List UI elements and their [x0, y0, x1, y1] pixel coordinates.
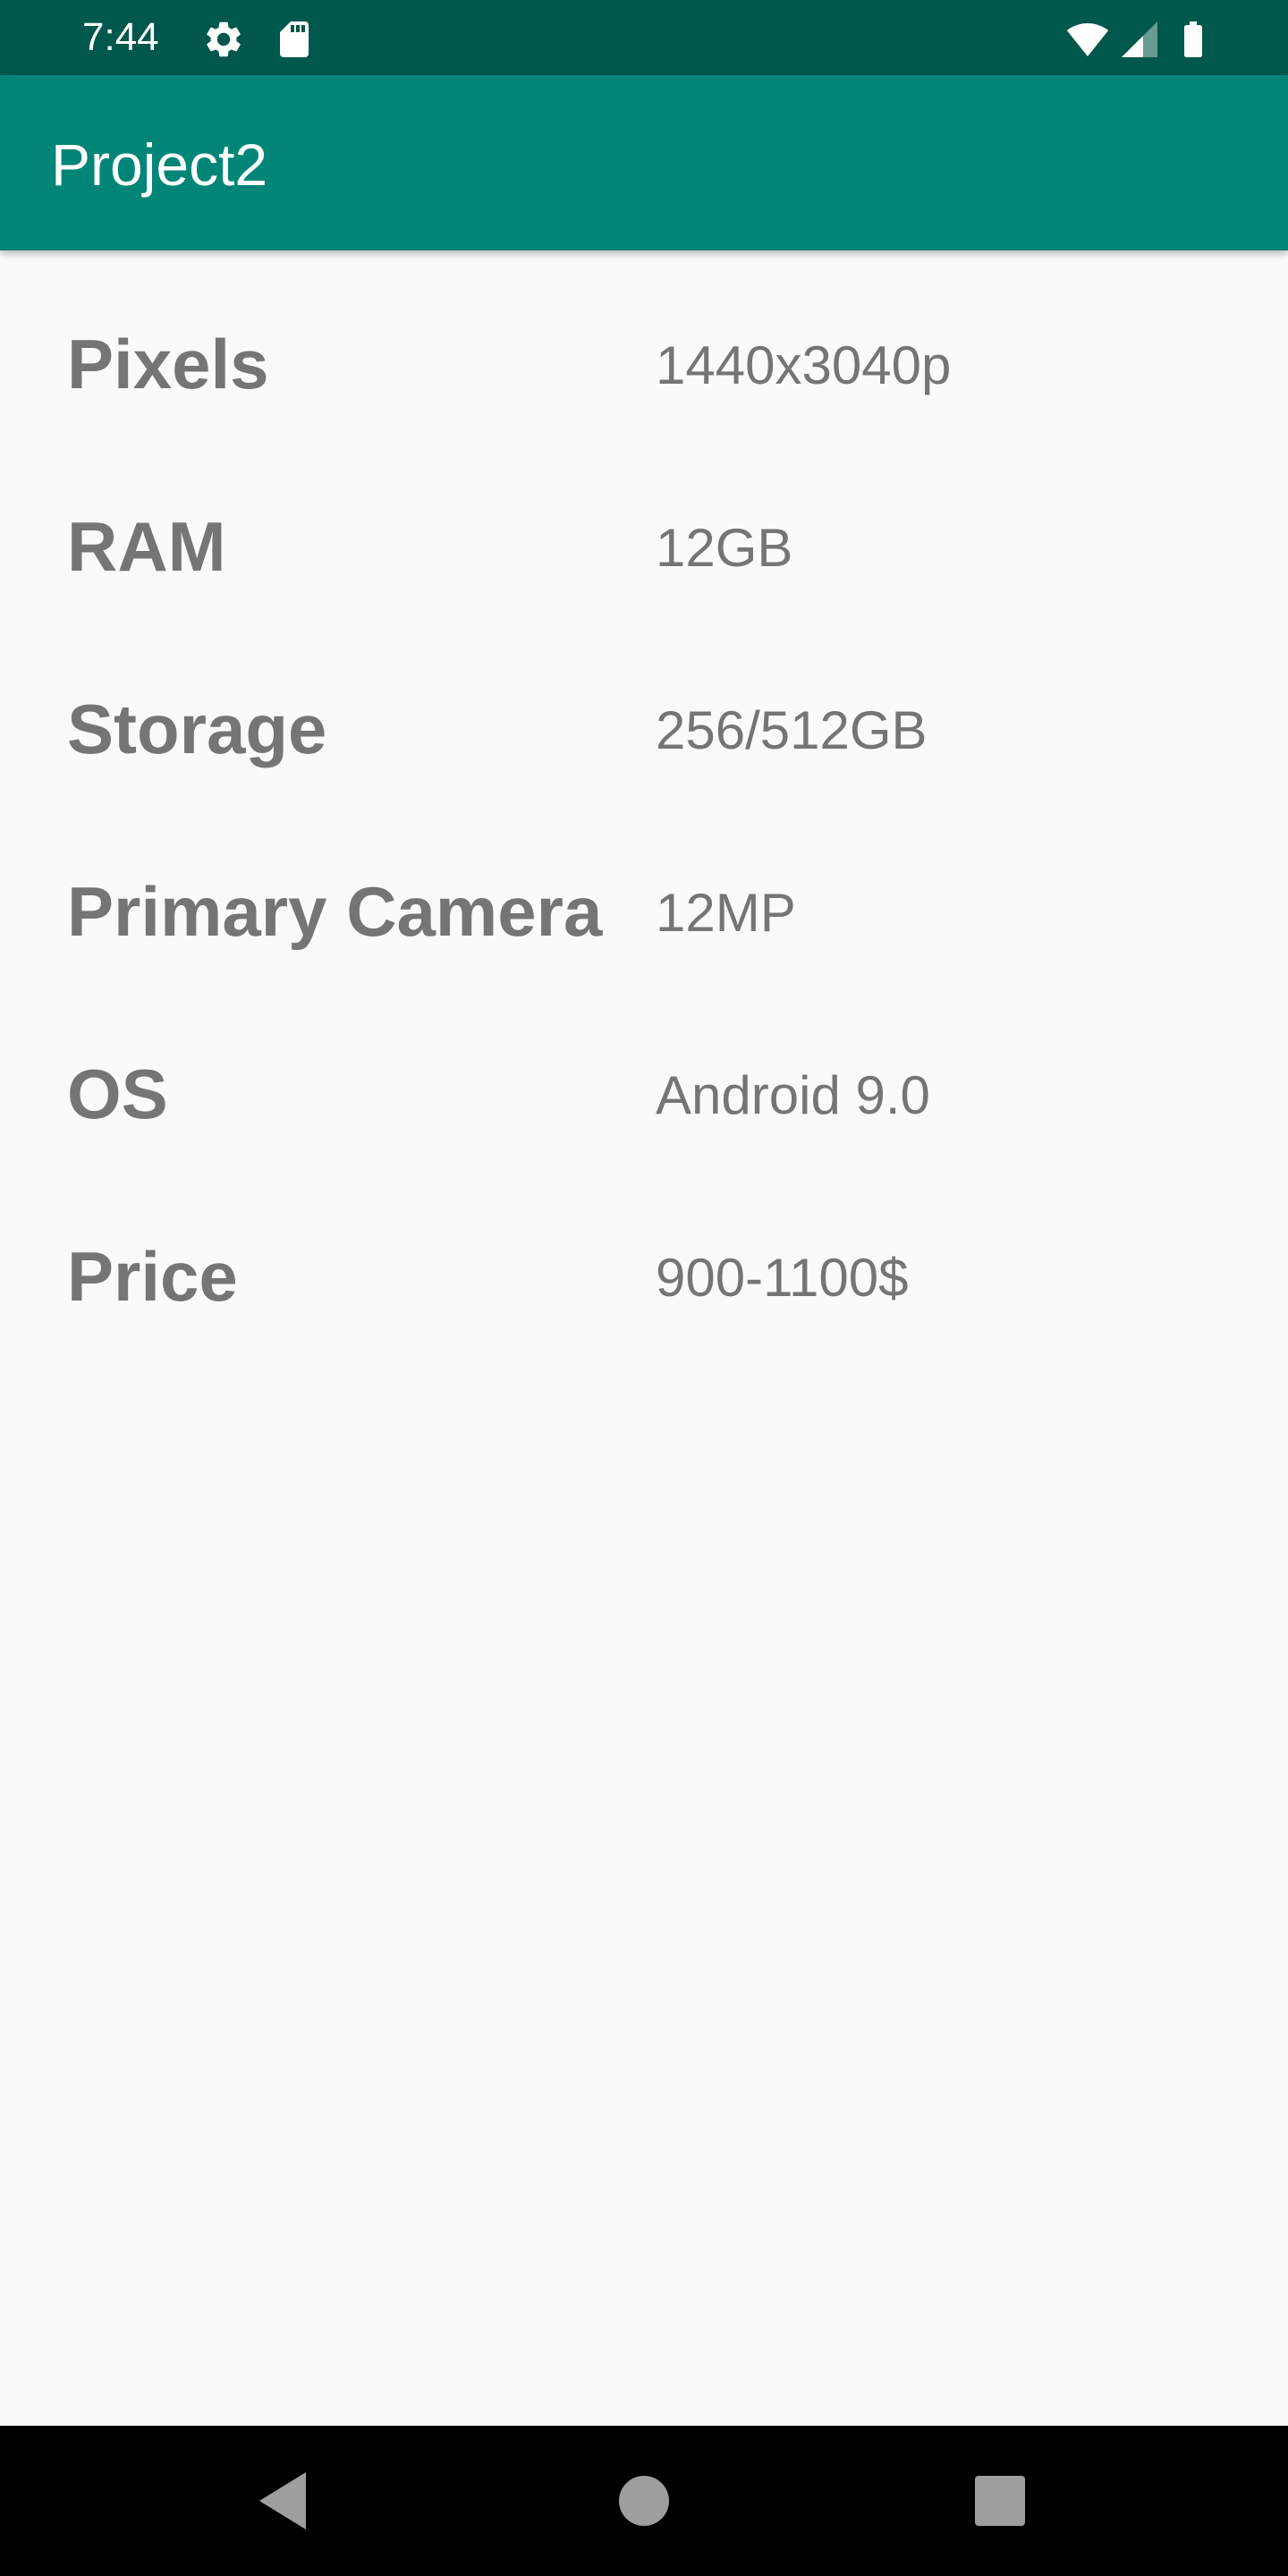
- spec-label: Storage: [67, 690, 327, 768]
- home-icon[interactable]: [601, 2458, 687, 2544]
- spec-label: Primary Camera: [67, 872, 603, 951]
- spec-list: Pixels 1440x3040p RAM 12GB Storage 256/5…: [0, 250, 1288, 2426]
- app-title: Project2: [51, 131, 268, 198]
- spec-row-pixels: Pixels 1440x3040p: [0, 250, 1288, 433]
- spec-value: 1440x3040p: [656, 335, 952, 395]
- status-bar: 7:44: [0, 0, 1288, 75]
- wifi-icon: [1066, 23, 1109, 56]
- spec-label: Pixels: [67, 325, 269, 403]
- spec-label: RAM: [67, 507, 226, 586]
- spec-row-os: OS Android 9.0: [0, 980, 1288, 1163]
- spec-value: 900-1100$: [656, 1248, 909, 1308]
- spec-label: OS: [67, 1055, 168, 1133]
- spec-value: 12GB: [656, 518, 793, 578]
- sd-card-icon: [280, 21, 309, 57]
- battery-icon: [1184, 21, 1202, 57]
- cell-signal-icon: [1122, 21, 1157, 57]
- spec-row-primary-camera: Primary Camera 12MP: [0, 798, 1288, 980]
- navigation-bar: [0, 2426, 1288, 2576]
- recents-icon[interactable]: [957, 2458, 1043, 2544]
- gear-icon: [207, 21, 241, 57]
- spec-row-ram: RAM 12GB: [0, 433, 1288, 615]
- app-bar: Project2: [0, 75, 1288, 250]
- spec-value: 256/512GB: [656, 700, 928, 760]
- back-icon[interactable]: [242, 2458, 327, 2544]
- spec-row-storage: Storage 256/512GB: [0, 615, 1288, 798]
- spec-value: Android 9.0: [656, 1065, 930, 1125]
- status-time: 7:44: [82, 15, 159, 59]
- spec-label: Price: [67, 1237, 238, 1316]
- spec-row-price: Price 900-1100$: [0, 1163, 1288, 1345]
- spec-value: 12MP: [656, 883, 796, 943]
